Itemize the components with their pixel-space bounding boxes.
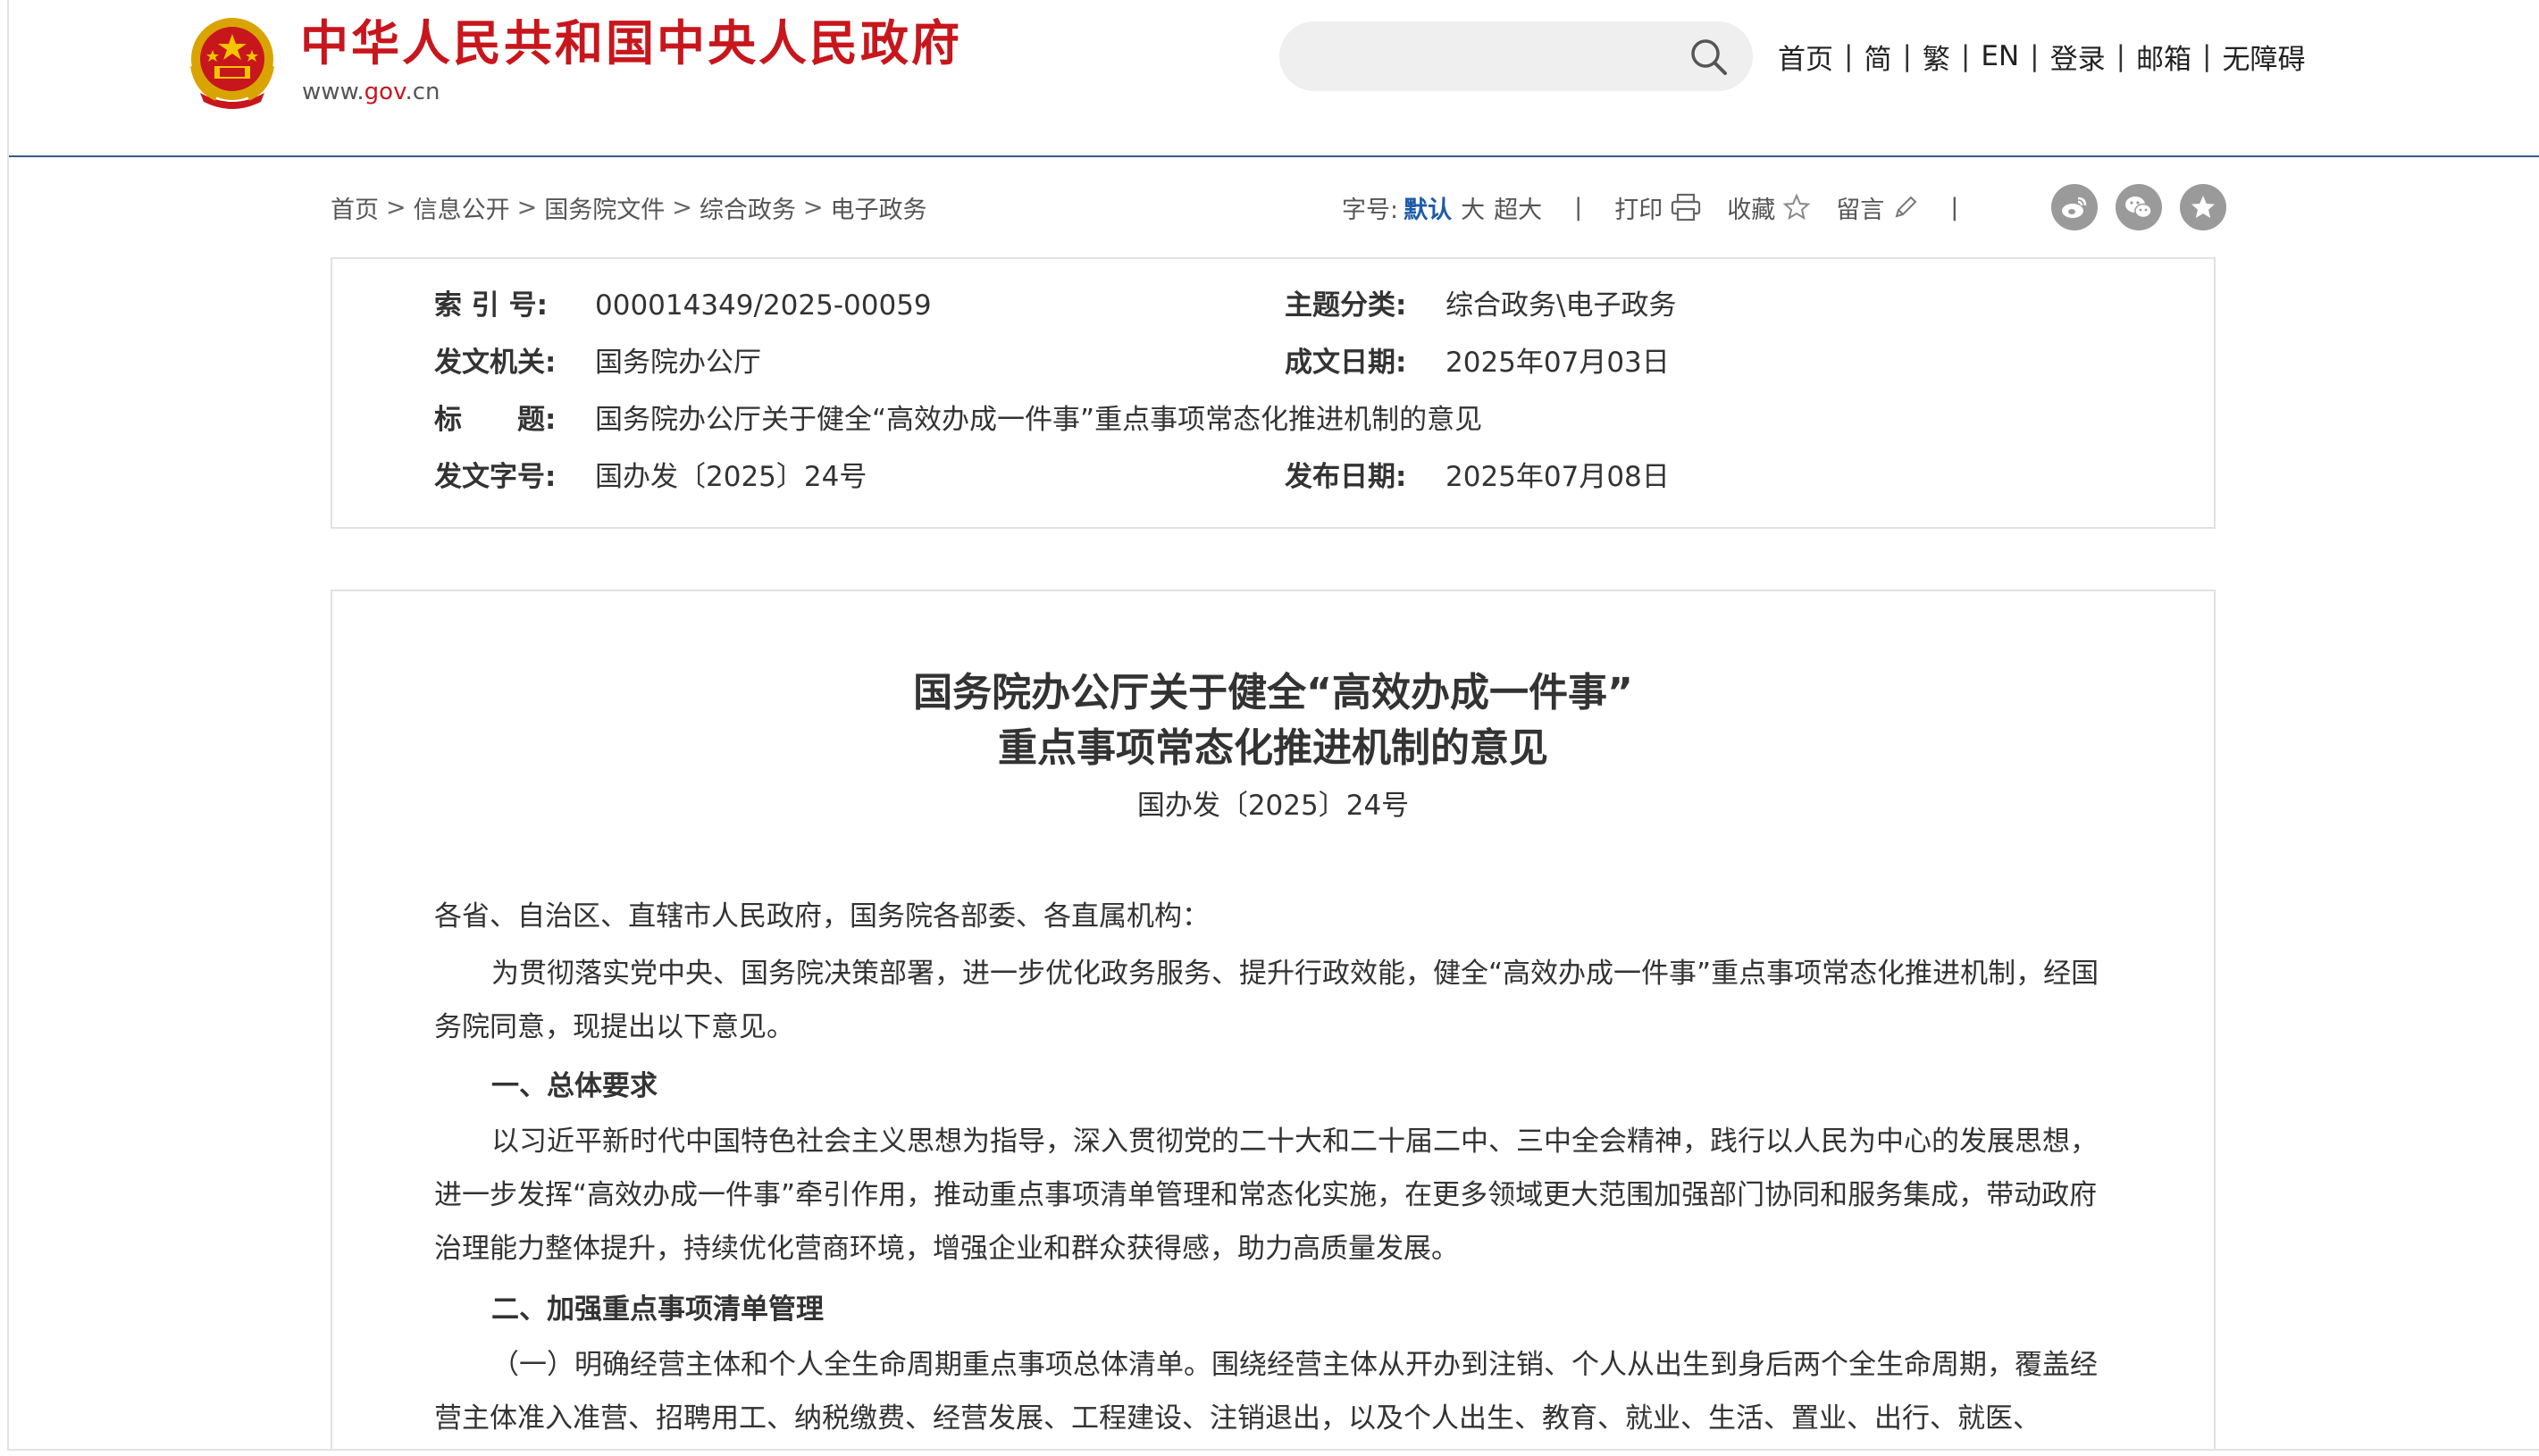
comment-button[interactable]: 留言 (1836, 190, 1918, 225)
breadcrumb: 首页 > 信息公开 > 国务院文件 > 综合政务 > 电子政务 (331, 188, 927, 227)
doc-number-value: 国办发〔2025〕24号 (595, 461, 867, 493)
nav-accessibility[interactable]: 无障碍 (2223, 37, 2306, 77)
search-icon[interactable] (1688, 37, 1730, 78)
breadcrumb-separator: > (802, 193, 824, 222)
section-heading: 二、加强重点事项清单管理 (434, 1283, 2119, 1336)
doc-number-label: 发文字号: (434, 461, 557, 493)
favorite-label: 收藏 (1727, 196, 1776, 224)
category-value: 综合政务\电子政务 (1445, 289, 1677, 322)
breadcrumb-separator: > (516, 193, 538, 222)
issuer-label: 发文机关: (434, 347, 557, 379)
national-emblem-icon[interactable] (180, 13, 284, 111)
top-nav: 首页 | 简 | 繁 | EN | 登录 | 邮箱 | 无障碍 (1778, 34, 2306, 79)
section-1-heading: 一、总体要求 (491, 1070, 658, 1102)
nav-separator: | (2030, 40, 2040, 72)
page: 中华人民共和国中央人民政府 www.gov.cn 首页 | 简 | 繁 | EN… (7, 0, 2539, 1451)
pencil-icon (1895, 196, 1917, 218)
breadcrumb-info-disclosure[interactable]: 信息公开 (414, 190, 510, 225)
nav-login[interactable]: 登录 (2050, 37, 2106, 77)
article-title-line-2: 重点事项常态化推进机制的意见 (998, 725, 1548, 771)
breadcrumb-home[interactable]: 首页 (331, 190, 379, 225)
title-value: 国务院办公厅关于健全“高效办成一件事”重点事项常态化推进机制的意见 (595, 404, 1483, 436)
section-2-paragraph: （一）明确经营主体和个人全生命周期重点事项总体清单。围绕经营主体从开办到注销、个… (434, 1338, 2119, 1445)
published-date-value: 2025年07月08日 (1445, 461, 1670, 493)
section-2-text: （一）明确经营主体和个人全生命周期重点事项总体清单。围绕经营主体从开办到注销、个… (434, 1349, 2098, 1435)
star-outline-icon (1782, 193, 1811, 221)
written-date-value: 2025年07月03日 (1445, 347, 1670, 379)
wechat-icon (2125, 197, 2152, 219)
article-body: 国务院办公厅关于健全“高效办成一件事” 重点事项常态化推进机制的意见 国办发〔2… (331, 590, 2216, 1449)
breadcrumb-e-government[interactable]: 电子政务 (831, 190, 927, 225)
site-header: 中华人民共和国中央人民政府 www.gov.cn 首页 | 简 | 繁 | EN… (9, 0, 2539, 157)
weibo-icon (2062, 197, 2087, 218)
intro-paragraph: 为贯彻落实党中央、国务院决策部署，进一步优化政务服务、提升行政效能，健全“高效办… (434, 947, 2119, 1054)
nav-home[interactable]: 首页 (1778, 37, 1833, 77)
favorite-button[interactable]: 收藏 (1727, 190, 1811, 225)
font-size-xlarge[interactable]: 超大 (1494, 190, 1542, 225)
tool-divider: | (1950, 193, 1959, 222)
article-doc-number: 国办发〔2025〕24号 (1136, 790, 1410, 822)
nav-separator: | (1844, 40, 1854, 72)
domain-gov: gov (364, 79, 406, 105)
article-tools: 字号: 默认 大 超大 | 打印 收藏 留言 | (1342, 188, 1990, 227)
nav-english[interactable]: EN (1981, 40, 2019, 72)
breadcrumb-separator: > (672, 193, 692, 222)
weibo-share-button[interactable] (2051, 184, 2098, 230)
nav-simplified[interactable]: 简 (1864, 37, 1891, 77)
issuer-value: 国务院办公厅 (595, 347, 761, 379)
breadcrumb-general-affairs[interactable]: 综合政务 (700, 190, 796, 225)
nav-traditional[interactable]: 繁 (1923, 37, 1950, 77)
domain-prefix: www. (302, 79, 365, 105)
index-value: 000014349/2025-00059 (595, 289, 932, 322)
print-button[interactable]: 打印 (1614, 190, 1702, 225)
section-1-paragraph: 以习近平新时代中国特色社会主义思想为指导，深入贯彻党的二十大和二十届二中、三中全… (434, 1115, 2119, 1276)
index-label: 索 引 号: (434, 289, 548, 322)
star-icon (2191, 196, 2215, 218)
wechat-share-button[interactable] (2116, 184, 2162, 230)
domain-suffix: .cn (405, 79, 440, 105)
comment-label: 留言 (1836, 196, 1885, 224)
tool-divider: | (1574, 193, 1583, 222)
font-size-label: 字号: (1342, 196, 1399, 224)
category-label: 主题分类: (1285, 289, 1407, 322)
document-metadata: 索 引 号: 000014349/2025-00059 主题分类: 综合政务\电… (331, 257, 2216, 529)
search-input[interactable] (1306, 34, 1667, 80)
site-domain: www.gov.cn (302, 77, 440, 107)
nav-mailbox[interactable]: 邮箱 (2136, 37, 2191, 77)
written-date-label: 成文日期: (1285, 347, 1407, 379)
nav-separator: | (2116, 40, 2126, 72)
section-heading: 一、总体要求 (434, 1059, 2119, 1113)
print-label: 打印 (1614, 196, 1663, 224)
published-date-label: 发布日期: (1285, 461, 1407, 493)
intro-text: 为贯彻落实党中央、国务院决策部署，进一步优化政务服务、提升行政效能，健全“高效办… (434, 958, 2099, 1043)
search-box (1279, 21, 1753, 91)
section-1-text: 以习近平新时代中国特色社会主义思想为指导，深入贯彻党的二十大和二十届二中、三中全… (434, 1125, 2098, 1265)
nav-separator: | (2202, 40, 2212, 72)
site-title[interactable]: 中华人民共和国中央人民政府 (300, 13, 962, 75)
favorite-share-button[interactable] (2180, 184, 2226, 230)
nav-separator: | (1960, 40, 1971, 72)
section-2-heading: 二、加强重点事项清单管理 (491, 1293, 824, 1326)
printer-icon (1672, 193, 1701, 222)
nav-separator: | (1902, 40, 1912, 72)
font-size-large[interactable]: 大 (1461, 190, 1485, 225)
article-title-line-1: 国务院办公厅关于健全“高效办成一件事” (913, 670, 1633, 715)
title-label: 标 题: (434, 404, 557, 436)
breadcrumb-separator: > (386, 193, 406, 222)
breadcrumb-state-council-docs[interactable]: 国务院文件 (544, 190, 665, 225)
font-size-default[interactable]: 默认 (1404, 190, 1452, 225)
addressee: 各省、自治区、直辖市人民政府，国务院各部委、各直属机构： (434, 900, 1210, 933)
